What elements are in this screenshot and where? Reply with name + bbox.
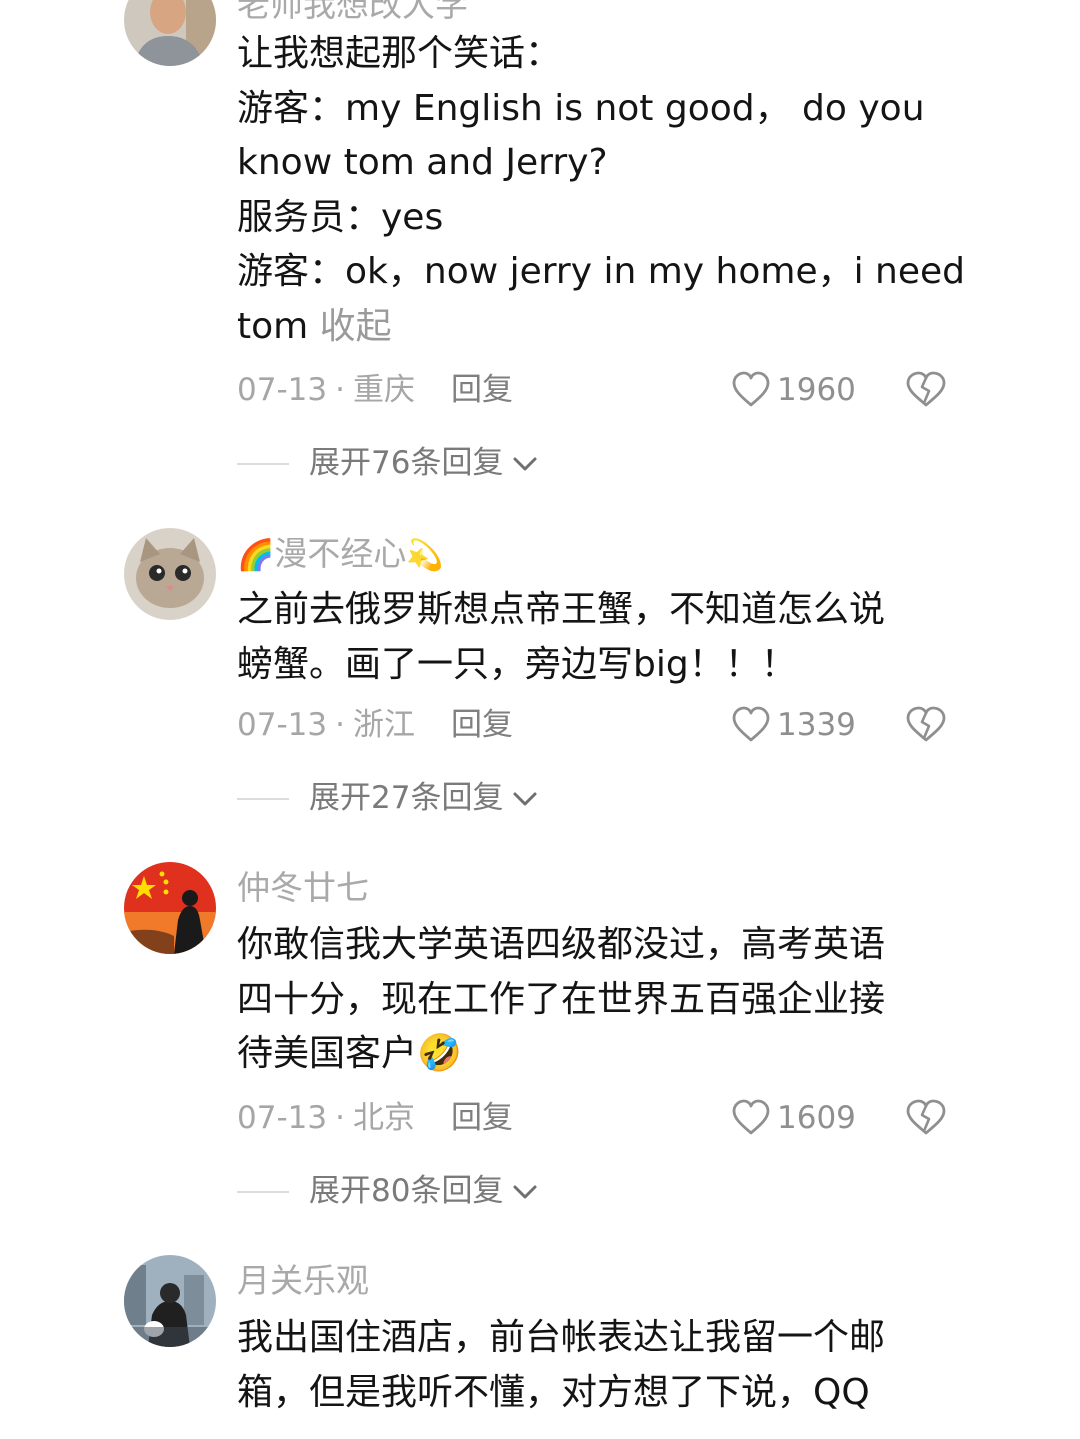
- username-text: 漫不经心: [274, 534, 407, 573]
- comment-line: 四十分，现在工作了在世界五百强企业接: [237, 978, 886, 1020]
- chevron-down-icon: [513, 1185, 537, 1198]
- divider-line: [237, 1190, 289, 1193]
- avatar[interactable]: [124, 528, 216, 620]
- heart-icon: [732, 706, 770, 742]
- comment-meta: 07-13 · 北京: [237, 1100, 415, 1136]
- heart-icon: [732, 371, 770, 407]
- heart-icon: [732, 1099, 770, 1135]
- like-button[interactable]: 1339: [731, 705, 856, 745]
- avatar[interactable]: [124, 1255, 216, 1347]
- broken-heart-icon: [906, 706, 946, 742]
- comment-location: 浙江: [352, 707, 415, 743]
- comment-line: 待美国客户🤣: [237, 1033, 462, 1074]
- comment-line: 箱，但是我听不懂，对方想了下说，QQ: [237, 1371, 870, 1413]
- like-count: 1960: [777, 371, 856, 408]
- comment-date: 07-13: [237, 372, 328, 408]
- expand-replies[interactable]: 展开80条回复: [237, 1176, 539, 1207]
- expand-replies-label: 展开27条回复: [309, 780, 504, 816]
- comment-text: 之前去俄罗斯想点帝王蟹，不知道怎么说 螃蟹。画了一只，旁边写big！！！: [237, 583, 957, 692]
- chevron-down-icon: [513, 457, 537, 470]
- username[interactable]: 🌈漫不经心💫: [237, 537, 444, 571]
- broken-heart-icon: [906, 371, 946, 407]
- dislike-button[interactable]: [905, 370, 947, 414]
- expand-replies[interactable]: 展开76条回复: [237, 448, 539, 479]
- reply-button[interactable]: 回复: [451, 1103, 513, 1134]
- dislike-button[interactable]: [905, 705, 947, 749]
- comment-location: 北京: [352, 1100, 415, 1136]
- comment-text: 你敢信我大学英语四级都没过，高考英语 四十分，现在工作了在世界五百强企业接 待美…: [237, 918, 957, 1082]
- avatar[interactable]: [124, 862, 216, 954]
- avatar[interactable]: [124, 0, 216, 66]
- collapse-link[interactable]: 收起: [320, 306, 392, 347]
- expand-replies-label: 展开76条回复: [309, 445, 504, 481]
- like-count: 1339: [777, 706, 856, 743]
- comment-line: tom: [237, 305, 309, 347]
- expand-replies-label: 展开80条回复: [309, 1173, 504, 1209]
- rainbow-emoji: 🌈: [237, 538, 275, 573]
- comment-location: 重庆: [352, 372, 415, 408]
- comment-date: 07-13: [237, 707, 328, 743]
- comment-line: 让我想起那个笑话：: [237, 33, 562, 74]
- comment-meta: 07-13 · 浙江: [237, 707, 415, 743]
- comment-line: 游客：my English is not good， do you: [237, 87, 925, 129]
- comment-line: know tom and Jerry?: [237, 142, 608, 183]
- comment-line: 之前去俄罗斯想点帝王蟹，不知道怎么说: [237, 589, 886, 630]
- like-button[interactable]: 1609: [731, 1098, 856, 1138]
- comment-text: 让我想起那个笑话： 游客：my English is not good， do …: [237, 27, 966, 355]
- comment-line: 游客：ok，now jerry in my home，i need: [237, 251, 966, 292]
- comment-line: 你敢信我大学英语四级都没过，高考英语: [237, 924, 886, 965]
- reply-button[interactable]: 回复: [451, 375, 513, 406]
- comment-date: 07-13: [237, 1100, 328, 1136]
- expand-replies[interactable]: 展开27条回复: [237, 783, 539, 814]
- comment-line: 服务员：yes: [237, 196, 444, 238]
- sparkle-emoji: 💫: [406, 538, 444, 573]
- username[interactable]: 仲冬廿七: [237, 871, 369, 904]
- like-button[interactable]: 1960: [731, 370, 856, 410]
- reply-button[interactable]: 回复: [451, 710, 513, 741]
- dislike-button[interactable]: [905, 1098, 947, 1142]
- username[interactable]: 月关乐观: [237, 1264, 369, 1297]
- comment-line: 螃蟹。画了一只，旁边写big！！！: [237, 643, 797, 685]
- divider-line: [237, 462, 289, 465]
- comment-text: 我出国住酒店，前台帐表达让我留一个邮 箱，但是我听不懂，对方想了下说，QQ: [237, 1311, 957, 1420]
- chevron-down-icon: [513, 792, 537, 805]
- broken-heart-icon: [906, 1099, 946, 1135]
- divider-line: [237, 797, 289, 800]
- comment-line: 我出国住酒店，前台帐表达让我留一个邮: [237, 1317, 886, 1358]
- comment-meta: 07-13 · 重庆: [237, 372, 415, 408]
- username[interactable]: 老师我想改大学: [237, 0, 468, 21]
- comment-line-last: tom 收起: [237, 300, 957, 355]
- like-count: 1609: [777, 1099, 856, 1136]
